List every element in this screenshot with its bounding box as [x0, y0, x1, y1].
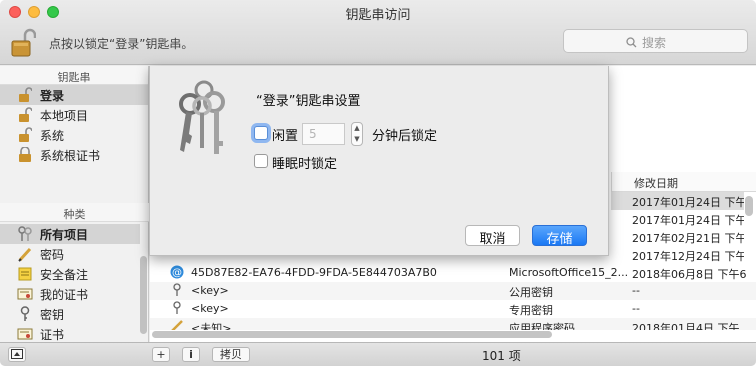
lock-closed-icon: [16, 147, 34, 163]
item-name: <未知>: [191, 322, 232, 330]
sidebar-item-label: 系统根证书: [40, 148, 101, 163]
date-cell: 2017年02月21日 下午: [632, 232, 744, 245]
column-header-date-modified[interactable]: 修改日期: [611, 172, 756, 192]
sleep-lock-checkbox[interactable]: [254, 154, 268, 168]
item-date: 2018年06月8日 下午6: [632, 268, 747, 281]
item-kind: 专用密钥: [509, 304, 553, 317]
sidebar-item-label: 密钥: [40, 307, 65, 322]
key-icon: [16, 306, 34, 322]
item-date: 2018年01月4日 下午: [632, 322, 740, 330]
sidebar-item-my-certificates[interactable]: 我的证书: [0, 284, 140, 304]
key-icon: [170, 283, 184, 297]
at-icon: @: [170, 265, 184, 279]
category-list: 所有项目 密码 安全备注 我的证书 密钥 证书: [0, 224, 140, 344]
table-row[interactable]: <key> 专用密钥 --: [150, 300, 756, 318]
lock-open-icon: [16, 107, 34, 123]
copy-button[interactable]: 拷贝: [212, 347, 250, 362]
keychain-access-window: 钥匙串访问 点按以锁定“登录”钥匙串。 搜索 钥匙串 登录 本地项目 系统 系统…: [0, 0, 756, 366]
sidebar-item-secure-notes[interactable]: 安全备注: [0, 264, 140, 284]
list-vertical-scrollbar[interactable]: [745, 196, 753, 216]
list-horizontal-scrollbar[interactable]: [152, 331, 552, 338]
sidebar-item-system-roots[interactable]: 系统根证书: [0, 145, 148, 165]
search-icon: [626, 37, 637, 48]
sheet-title: “登录”钥匙串设置: [256, 94, 361, 109]
sidebar-item-label: 证书: [40, 327, 65, 342]
sidebar-item-all-items[interactable]: 所有项目: [0, 224, 140, 244]
sidebar-item-keys[interactable]: 密钥: [0, 304, 140, 324]
idle-lock-checkbox[interactable]: [254, 126, 268, 140]
item-kind: 公用密钥: [509, 286, 553, 299]
keys-icon: [16, 226, 34, 242]
keychain-list: 登录 本地项目 系统 系统根证书: [0, 85, 148, 165]
sidebar-item-label: 本地项目: [40, 108, 89, 123]
info-button[interactable]: i: [182, 347, 200, 362]
item-name: <key>: [191, 302, 229, 315]
table-row[interactable]: <key> 公用密钥 --: [150, 282, 756, 300]
chevron-up-icon: ▲: [354, 124, 360, 132]
sidebar-item-label: 所有项目: [40, 227, 89, 242]
idle-lock-label: 闲置: [272, 129, 299, 144]
date-cell: 2017年01月24日 下午: [611, 192, 744, 210]
note-icon: [16, 266, 34, 282]
search-placeholder: 搜索: [642, 36, 667, 50]
key-icon: [170, 301, 184, 315]
lock-hint-text: 点按以锁定“登录”钥匙串。: [49, 37, 194, 51]
lock-open-icon: [16, 127, 34, 143]
certificate-icon: [16, 286, 34, 302]
bottom-bar: + i 拷贝 101 项: [0, 342, 756, 366]
lock-open-icon: [11, 28, 37, 57]
sleep-lock-label: 睡眠时锁定: [272, 157, 338, 172]
chevron-down-icon: ▼: [354, 135, 360, 143]
idle-minutes-suffix: 分钟后锁定: [372, 129, 438, 144]
item-kind: MicrosoftOffice15_2...: [509, 266, 629, 279]
item-kind: 应用程序密码: [509, 322, 575, 330]
table-row[interactable]: @ 45D87E82-EA76-4FDD-9FDA-5E844703A7B0 M…: [150, 264, 756, 282]
sidebar-item-login[interactable]: 登录: [0, 85, 148, 105]
pencil-icon: [16, 246, 34, 262]
date-cell: 2017年01月24日 下午: [632, 214, 744, 227]
sidebar-item-label: 密码: [40, 247, 65, 262]
keychain-icon: [170, 80, 234, 160]
window-title: 钥匙串访问: [345, 8, 411, 23]
item-name: 45D87E82-EA76-4FDD-9FDA-5E844703A7B0: [191, 266, 437, 279]
save-button[interactable]: 存储: [532, 225, 587, 247]
sidebar-item-system[interactable]: 系统: [0, 125, 148, 145]
toggle-sidebar-button[interactable]: [8, 347, 26, 362]
cancel-button[interactable]: 取消: [465, 225, 520, 247]
item-date: --: [632, 302, 640, 315]
sidebar-item-label: 系统: [40, 128, 65, 143]
item-count: 101 项: [482, 349, 521, 363]
title-bar: 钥匙串访问 点按以锁定“登录”钥匙串。 搜索: [0, 0, 756, 65]
item-date: --: [632, 284, 640, 297]
sidebar-item-certificates[interactable]: 证书: [0, 324, 140, 344]
svg-text:@: @: [172, 268, 182, 279]
sidebar-item-label: 我的证书: [40, 287, 89, 302]
item-name: <key>: [191, 284, 229, 297]
sidebar-scrollbar[interactable]: [140, 256, 147, 334]
lock-open-icon: [16, 87, 34, 103]
idle-minutes-stepper[interactable]: ▲ ▼: [351, 122, 363, 146]
sidebar-toggle-icon: [11, 349, 23, 359]
keychain-settings-sheet: “登录”钥匙串设置 闲置 5 ▲ ▼ 分钟后锁定 睡眠时锁定 取消 存储: [149, 66, 609, 256]
keychains-header: 钥匙串: [0, 66, 148, 85]
date-cell: 2017年12月24日 下午: [632, 250, 744, 263]
idle-minutes-input[interactable]: 5: [302, 123, 345, 145]
categories-header: 种类: [0, 203, 149, 222]
sidebar-item-local-items[interactable]: 本地项目: [0, 105, 148, 125]
lock-keychain-button[interactable]: [10, 28, 37, 58]
table-row[interactable]: <未知> 应用程序密码 2018年01月4日 下午: [150, 318, 756, 330]
sidebar-item-label: 登录: [40, 88, 65, 103]
pencil-icon: [170, 319, 184, 330]
sidebar: 钥匙串 登录 本地项目 系统 系统根证书 种类 所有项目 密码 安全备注 我的证…: [0, 66, 149, 342]
sidebar-item-passwords[interactable]: 密码: [0, 244, 140, 264]
search-field[interactable]: 搜索: [563, 29, 748, 53]
add-item-button[interactable]: +: [152, 347, 170, 362]
sidebar-item-label: 安全备注: [40, 267, 89, 282]
certificate-icon: [16, 326, 34, 342]
